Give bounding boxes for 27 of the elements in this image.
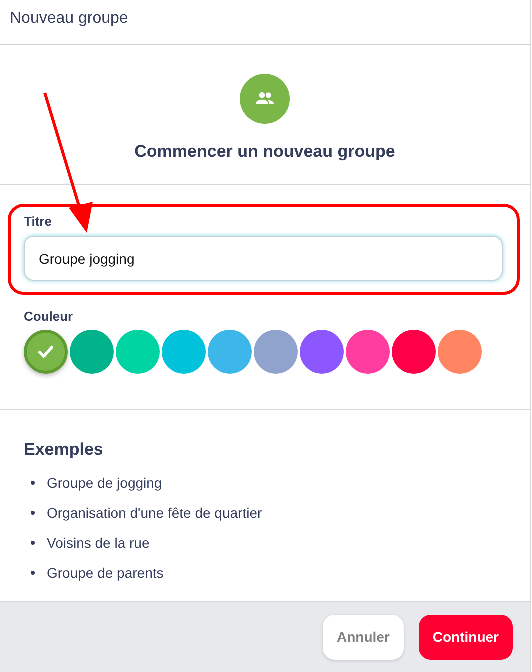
bullet-icon <box>31 511 35 515</box>
example-item: Organisation d'une fête de quartier <box>47 505 262 521</box>
example-item: Groupe de jogging <box>47 475 162 491</box>
color-swatch[interactable] <box>438 330 482 374</box>
bullet-icon <box>31 541 35 545</box>
bullet-icon <box>31 481 35 485</box>
color-swatch[interactable] <box>346 330 390 374</box>
example-item: Groupe de parents <box>47 565 164 581</box>
color-swatch[interactable] <box>208 330 252 374</box>
color-swatch[interactable] <box>116 330 160 374</box>
group-icon <box>240 74 290 124</box>
section-heading: Commencer un nouveau groupe <box>134 142 396 162</box>
window-title: Nouveau groupe <box>10 10 128 28</box>
field-label: Couleur <box>24 309 74 324</box>
color-swatch[interactable] <box>392 330 436 374</box>
color-swatch[interactable] <box>162 330 206 374</box>
example-item: Voisins de la rue <box>47 535 150 551</box>
title-input[interactable]: Groupe jogging <box>24 236 503 281</box>
color-swatch[interactable] <box>70 330 114 374</box>
cancel-button[interactable]: Annuler <box>323 614 404 660</box>
color-swatch[interactable] <box>300 330 344 374</box>
color-swatch[interactable] <box>24 330 68 374</box>
continue-button[interactable]: Continuer <box>418 614 513 660</box>
field-label: Titre <box>24 214 53 229</box>
color-swatch[interactable] <box>254 330 298 374</box>
bullet-icon <box>31 571 35 575</box>
section-heading: Exemples <box>24 440 104 460</box>
